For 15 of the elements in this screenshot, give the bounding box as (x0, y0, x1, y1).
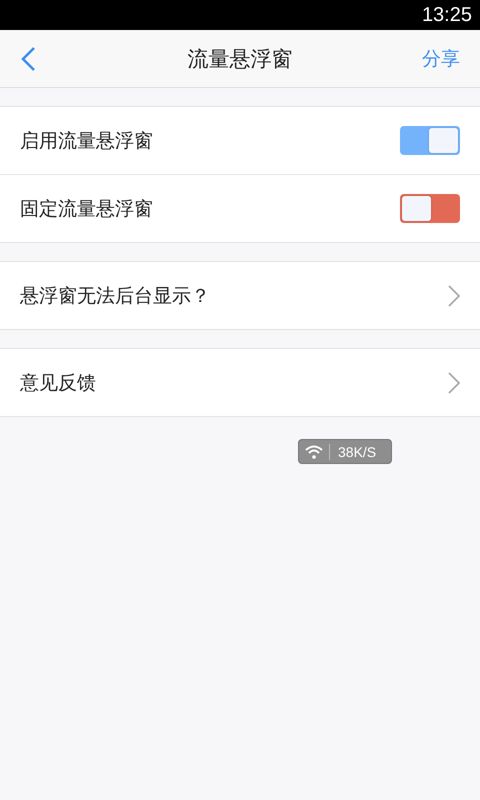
setting-label: 固定流量悬浮窗 (20, 196, 153, 222)
floating-speed-widget[interactable]: 38K/S (298, 439, 392, 464)
setting-label: 意见反馈 (20, 370, 96, 396)
page-title: 流量悬浮窗 (188, 46, 292, 72)
wifi-icon (305, 444, 323, 458)
setting-label: 悬浮窗无法后台显示？ (20, 284, 210, 308)
speed-text: 38K/S (329, 444, 376, 460)
chevron-icon (448, 372, 460, 394)
share-button[interactable]: 分享 (422, 46, 460, 72)
setting-label: 启用流量悬浮窗 (20, 128, 153, 154)
toggle-switch[interactable] (400, 126, 460, 155)
back-button[interactable] (20, 46, 36, 72)
toggle-switch[interactable] (400, 194, 460, 223)
status-time: 13:25 (422, 4, 472, 26)
chevron-icon (448, 284, 460, 306)
